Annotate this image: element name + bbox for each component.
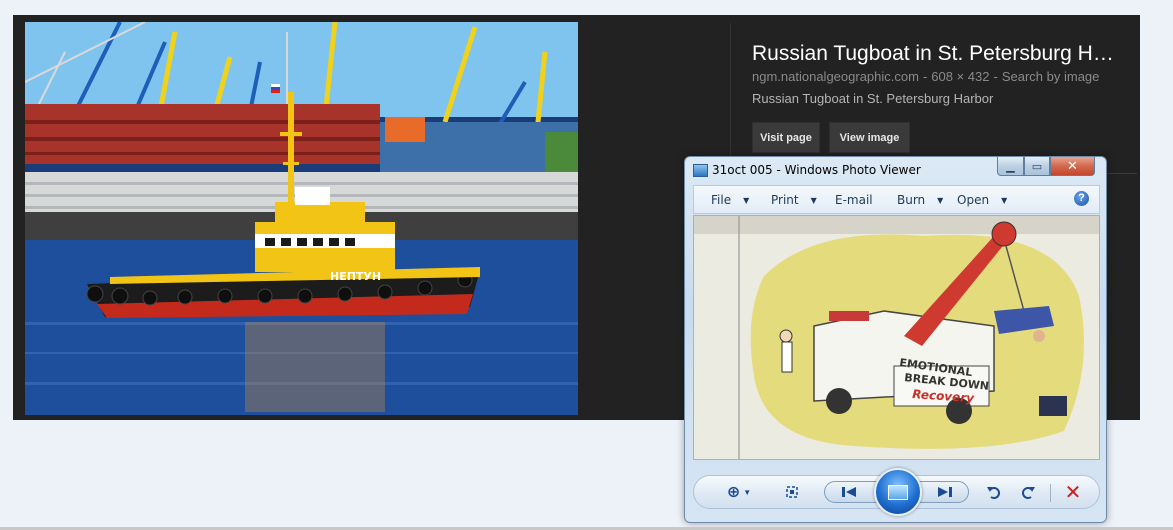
zoom-button[interactable]: ⊕ ▼	[720, 476, 758, 508]
menu-print[interactable]: Print ▼	[771, 193, 817, 207]
rotate-counterclockwise-button[interactable]	[982, 476, 1006, 508]
menu-email[interactable]: E-mail	[835, 193, 873, 207]
rotate-ccw-icon	[987, 487, 1000, 499]
image-description: Russian Tugboat in St. Petersburg Harbor	[752, 91, 994, 106]
photo-viewer-app-icon	[693, 164, 708, 177]
source-domain-link[interactable]: ngm.nationalgeographic.com	[752, 69, 919, 84]
visit-page-button[interactable]: Visit page	[752, 122, 820, 153]
photo-viewer-toolbar: ⊕ ▼ ✕	[693, 468, 1100, 516]
maximize-icon: ▭	[1031, 160, 1043, 173]
chevron-down-icon: ▼	[937, 195, 944, 205]
close-button[interactable]: ✕	[1050, 157, 1095, 176]
photo-viewer-window: 31oct 005 - Windows Photo Viewer ▁ ▭ ✕ F…	[684, 156, 1107, 523]
menu-open[interactable]: Open ▼	[957, 193, 1007, 207]
rotate-cw-icon	[1022, 487, 1035, 499]
menu-bar: File ▼ Print ▼ E-mail Burn ▼ Open ▼ ?	[693, 185, 1100, 214]
actual-size-button[interactable]	[780, 476, 804, 508]
slideshow-icon	[888, 484, 908, 500]
delete-icon: ✕	[1064, 481, 1082, 504]
previous-button[interactable]	[834, 476, 864, 508]
window-titlebar[interactable]: 31oct 005 - Windows Photo Viewer ▁ ▭ ✕	[685, 157, 1106, 183]
next-icon	[938, 487, 952, 497]
maximize-button[interactable]: ▭	[1024, 157, 1050, 176]
chevron-down-icon: ▼	[743, 195, 750, 205]
minimize-icon: ▁	[1006, 160, 1015, 173]
rotate-clockwise-button[interactable]	[1016, 476, 1040, 508]
menu-burn-label: Burn	[897, 193, 926, 207]
cartoon-image: EMOTIONAL BREAK DOWN Recovery	[693, 215, 1100, 460]
tugboat-photo[interactable]: НЕПТУН	[25, 22, 578, 415]
chevron-down-icon: ▼	[743, 487, 752, 497]
search-by-image-link[interactable]: Search by image	[1002, 69, 1100, 84]
image-title-link[interactable]: Russian Tugboat in St. Petersburg H…	[752, 42, 1137, 66]
chevron-down-icon: ▼	[1001, 195, 1008, 205]
menu-file-label: File	[711, 193, 732, 207]
zoom-icon: ⊕	[726, 484, 741, 501]
menu-print-label: Print	[771, 193, 799, 207]
previous-icon	[842, 487, 856, 497]
image-meta: ngm.nationalgeographic.com -608 × 432- Sea…	[752, 69, 1100, 84]
chevron-down-icon: ▼	[810, 195, 817, 205]
delete-button[interactable]: ✕	[1061, 476, 1085, 508]
menu-file[interactable]: File ▼	[711, 193, 749, 207]
menu-open-label: Open	[957, 193, 990, 207]
help-icon[interactable]: ?	[1074, 191, 1089, 206]
next-button[interactable]	[930, 476, 960, 508]
close-icon: ✕	[1067, 158, 1078, 173]
minimize-button[interactable]: ▁	[997, 157, 1024, 176]
fit-icon	[786, 486, 798, 498]
view-image-button[interactable]: View image	[829, 122, 910, 153]
image-dimensions: 608 × 432	[931, 69, 990, 84]
toolbar-separator	[1050, 484, 1051, 502]
slideshow-button[interactable]	[874, 468, 922, 516]
menu-burn[interactable]: Burn ▼	[897, 193, 943, 207]
boat-name-text: НЕПТУН	[330, 270, 381, 283]
menu-email-label: E-mail	[835, 193, 873, 207]
window-title: 31oct 005 - Windows Photo Viewer	[712, 163, 921, 177]
